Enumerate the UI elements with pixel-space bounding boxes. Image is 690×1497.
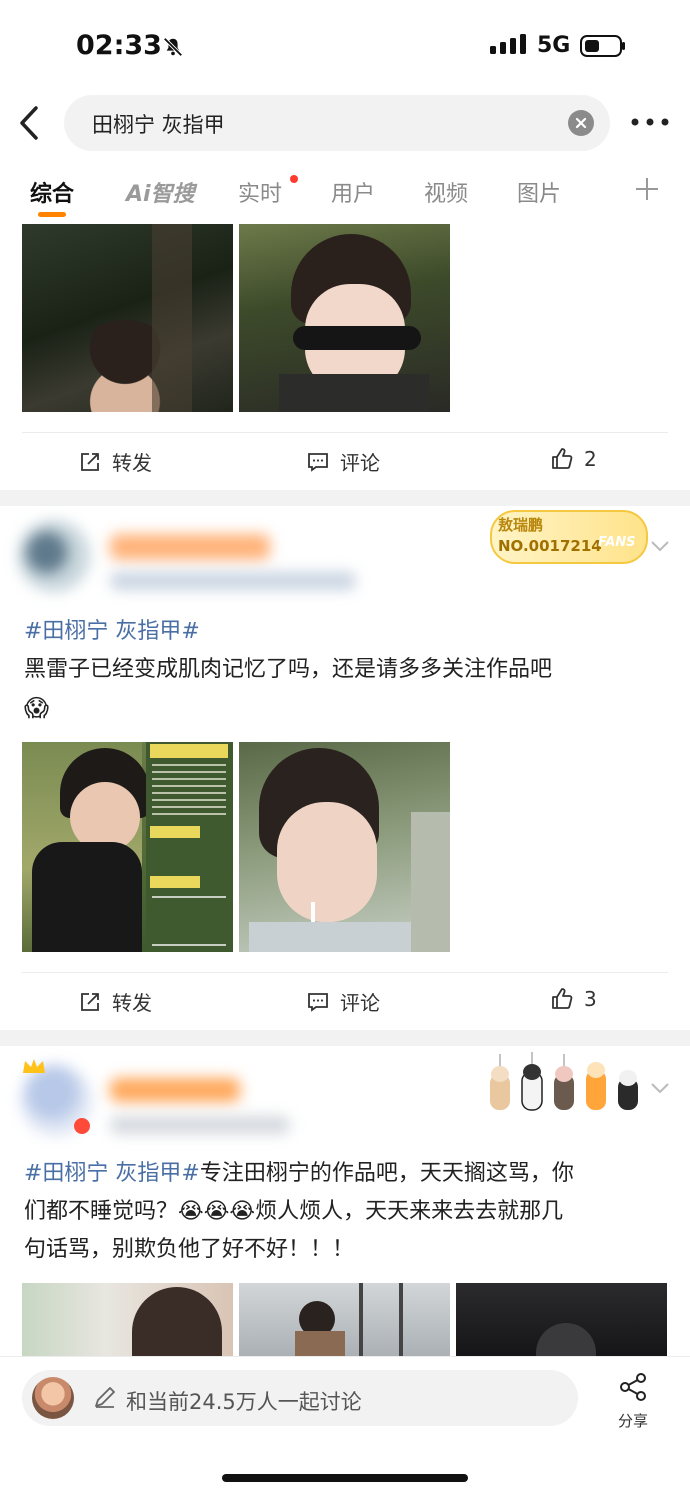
cat-paws-decoration-icon <box>490 1052 638 1111</box>
post2-emoji: 😱 <box>24 694 50 722</box>
post3-image-3[interactable] <box>456 1283 667 1357</box>
battery-icon <box>580 35 625 57</box>
comment-icon <box>308 992 328 1012</box>
realtime-notification-dot <box>290 175 298 183</box>
clear-search-button[interactable] <box>568 110 594 136</box>
thumbs-up-icon <box>552 988 573 1009</box>
post1-image-2[interactable] <box>239 224 450 412</box>
post2-repost-button[interactable]: 转发 <box>78 987 152 1016</box>
comment-icon <box>308 452 328 472</box>
post3-emoji: 😭😭😭 <box>178 1199 256 1224</box>
tab-ai-search[interactable]: Ai智搜 <box>126 176 195 208</box>
bell-muted-icon <box>163 37 183 57</box>
fan-badge-name: 敖瑞鹏 <box>498 516 544 534</box>
post3-text-line2-a: 们都不睡觉吗？ <box>24 1199 179 1224</box>
tab-realtime[interactable]: 实时 <box>238 176 282 208</box>
user-avatar[interactable] <box>32 1377 74 1419</box>
fan-badge-number: NO.0017214 <box>498 537 602 555</box>
discuss-placeholder[interactable]: 和当前24.5万人一起讨论 <box>126 1386 362 1416</box>
home-indicator[interactable] <box>222 1474 468 1482</box>
tab-comprehensive[interactable]: 综合 <box>30 176 74 208</box>
post1-repost-label: 转发 <box>112 451 152 475</box>
post2-image-2[interactable] <box>239 742 450 952</box>
post2-comment-label: 评论 <box>340 991 380 1015</box>
post1-like-button[interactable]: 2 <box>550 447 597 471</box>
tab-users[interactable]: 用户 <box>331 176 375 208</box>
post3-text-line1: 专注田栩宁的作品吧，天天搁这骂，你 <box>199 1161 574 1186</box>
post2-like-button[interactable]: 3 <box>550 987 597 1011</box>
post2-menu-chevron-icon[interactable] <box>650 540 670 552</box>
more-icon[interactable] <box>630 116 670 128</box>
post2-meta <box>110 572 356 590</box>
post3-text-line2-b: 烦人烦人，天天来来去去就那几 <box>255 1199 564 1224</box>
repost-icon <box>81 452 99 471</box>
post1-repost-button[interactable]: 转发 <box>78 447 152 476</box>
close-icon <box>575 117 587 129</box>
post1-divider <box>22 432 668 433</box>
post3-hashtag[interactable]: #田栩宁 灰指甲# <box>24 1161 200 1186</box>
status-time: 02:33 <box>76 30 162 61</box>
post2-repost-label: 转发 <box>112 991 152 1015</box>
tab-videos[interactable]: 视频 <box>424 176 468 208</box>
avatar-badge <box>74 1118 90 1134</box>
post3-line1: #田栩宁 灰指甲#专注田栩宁的作品吧，天天搁这骂，你 <box>24 1155 664 1193</box>
network-type: 5G <box>537 33 571 58</box>
post3-menu-chevron-icon[interactable] <box>650 1082 670 1094</box>
post3-text-line3: 句话骂，别欺负他了好不好！！！ <box>24 1237 355 1262</box>
post2-username[interactable] <box>110 534 270 560</box>
back-icon[interactable] <box>14 104 48 142</box>
crown-icon <box>22 1058 46 1074</box>
post2-avatar[interactable] <box>18 520 90 592</box>
post3-image-2[interactable] <box>239 1283 450 1357</box>
post1-comment-label: 评论 <box>340 451 380 475</box>
post2-hashtag[interactable]: #田栩宁 灰指甲# <box>24 619 200 644</box>
post3-meta <box>110 1116 290 1134</box>
fan-badge-tag: FANS <box>598 535 636 550</box>
post2-like-count: 3 <box>584 987 597 1011</box>
post2-comment-button[interactable]: 评论 <box>306 987 380 1016</box>
post2-divider <box>22 972 668 973</box>
post1-comment-button[interactable]: 评论 <box>306 447 380 476</box>
add-tab-icon[interactable] <box>634 176 660 202</box>
pen-icon <box>95 1387 115 1408</box>
post1-image-1[interactable] <box>22 224 233 412</box>
post3-image-1[interactable] <box>22 1283 233 1357</box>
share-label[interactable]: 分享 <box>618 1410 648 1431</box>
post3-username[interactable] <box>110 1078 240 1102</box>
feed-separator <box>0 490 690 506</box>
feed-separator <box>0 1030 690 1046</box>
post2-image-1[interactable] <box>22 742 233 952</box>
active-tab-indicator <box>38 212 66 217</box>
share-icon[interactable] <box>618 1372 648 1402</box>
repost-icon <box>81 992 99 1011</box>
post3-line2: 们都不睡觉吗？😭😭😭烦人烦人，天天来来去去就那几 <box>24 1193 664 1231</box>
thumbs-up-icon <box>552 448 573 469</box>
post2-body: #田栩宁 灰指甲# <box>24 613 664 651</box>
post2-text: 黑雷子已经变成肌肉记忆了吗，还是请多多关注作品吧 <box>24 657 553 682</box>
signal-icon <box>490 34 526 54</box>
search-query[interactable]: 田栩宁 灰指甲 <box>92 109 225 139</box>
tab-images[interactable]: 图片 <box>517 176 561 208</box>
post1-like-count: 2 <box>584 447 597 471</box>
